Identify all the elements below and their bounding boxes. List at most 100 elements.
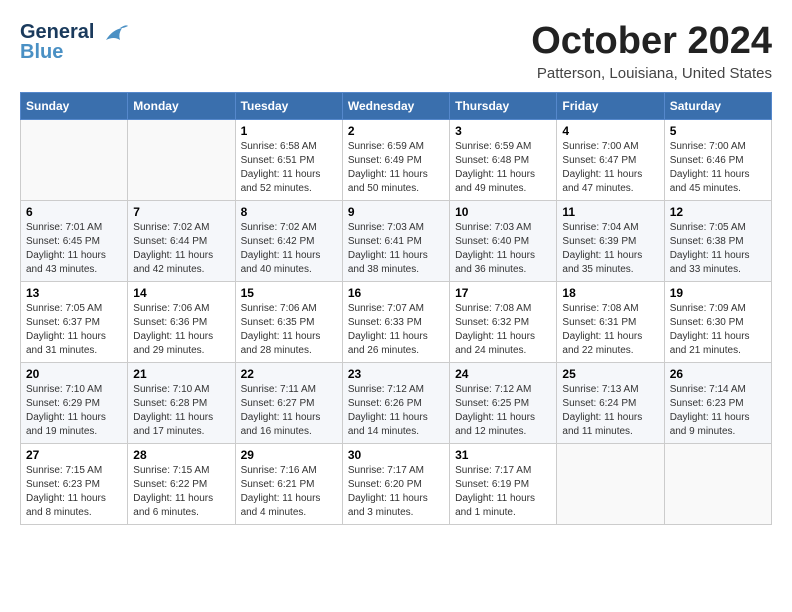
calendar-cell [128, 120, 235, 201]
calendar-cell: 29Sunrise: 7:16 AM Sunset: 6:21 PM Dayli… [235, 444, 342, 525]
calendar-cell: 27 Sunrise: 7:15 AM Sunset: 6:23 PM Dayli… [21, 444, 128, 525]
weekday-header-friday: Friday [557, 93, 664, 120]
day-info: Sunrise: 7:16 AM Sunset: 6:21 PM Dayligh… [241, 464, 337, 520]
title-section: October 2024 Patterson, Louisiana, Unite… [531, 20, 772, 82]
day-number: 2 [348, 124, 444, 138]
day-info: Sunrise: 6:58 AM Sunset: 6:51 PM Dayligh… [241, 140, 337, 196]
calendar-cell: 31 Sunrise: 7:17 AM Sunset: 6:19 PM Dayli… [450, 444, 557, 525]
calendar-cell: 6 Sunrise: 7:01 AM Sunset: 6:45 PM Daylig… [21, 201, 128, 282]
calendar-cell: 10Sunrise: 7:03 AM Sunset: 6:40 PM Dayli… [450, 201, 557, 282]
day-info: Sunrise: 7:02 AM Sunset: 6:44 PM Dayligh… [133, 221, 229, 277]
weekday-header-thursday: Thursday [450, 93, 557, 120]
day-number: 4 [562, 124, 658, 138]
calendar-cell: 1Sunrise: 6:58 AM Sunset: 6:51 PM Daylig… [235, 120, 342, 201]
day-info: Sunrise: 6:59 AM Sunset: 6:48 PM Dayligh… [455, 140, 551, 196]
calendar-cell: 12Sunrise: 7:05 AM Sunset: 6:38 PM Dayli… [664, 201, 771, 282]
day-number: 22 [241, 367, 337, 381]
weekday-header-saturday: Saturday [664, 93, 771, 120]
day-number: 17 [455, 286, 551, 300]
day-info: Sunrise: 7:01 AM Sunset: 6:45 PM Dayligh… [26, 221, 122, 277]
week-row-3: 20Sunrise: 7:10 AM Sunset: 6:29 PM Dayli… [21, 363, 772, 444]
week-row-1: 6 Sunrise: 7:01 AM Sunset: 6:45 PM Daylig… [21, 201, 772, 282]
calendar-cell: 18 Sunrise: 7:08 AM Sunset: 6:31 PM Dayli… [557, 282, 664, 363]
calendar-cell: 22 Sunrise: 7:11 AM Sunset: 6:27 PM Dayli… [235, 363, 342, 444]
day-info: Sunrise: 7:07 AM Sunset: 6:33 PM Dayligh… [348, 302, 444, 358]
calendar-cell: 13 Sunrise: 7:05 AM Sunset: 6:37 PM Dayli… [21, 282, 128, 363]
day-info: Sunrise: 7:15 AM Sunset: 6:22 PM Dayligh… [133, 464, 229, 520]
weekday-header-monday: Monday [128, 93, 235, 120]
day-info: Sunrise: 7:05 AM Sunset: 6:37 PM Dayligh… [26, 302, 122, 358]
calendar-cell: 17Sunrise: 7:08 AM Sunset: 6:32 PM Dayli… [450, 282, 557, 363]
day-number: 18 [562, 286, 658, 300]
calendar-cell: 16 Sunrise: 7:07 AM Sunset: 6:33 PM Dayli… [342, 282, 449, 363]
day-number: 31 [455, 448, 551, 462]
day-number: 28 [133, 448, 229, 462]
day-number: 12 [670, 205, 766, 219]
day-info: Sunrise: 7:15 AM Sunset: 6:23 PM Dayligh… [26, 464, 122, 520]
header: General Blue October 2024 Patterson, Lou… [20, 20, 772, 82]
day-number: 27 [26, 448, 122, 462]
day-info: Sunrise: 7:06 AM Sunset: 6:36 PM Dayligh… [133, 302, 229, 358]
day-info: Sunrise: 7:11 AM Sunset: 6:27 PM Dayligh… [241, 383, 337, 439]
calendar-cell: 15Sunrise: 7:06 AM Sunset: 6:35 PM Dayli… [235, 282, 342, 363]
week-row-0: 1Sunrise: 6:58 AM Sunset: 6:51 PM Daylig… [21, 120, 772, 201]
calendar-table: SundayMondayTuesdayWednesdayThursdayFrid… [20, 92, 772, 525]
day-info: Sunrise: 7:14 AM Sunset: 6:23 PM Dayligh… [670, 383, 766, 439]
calendar-cell: 2 Sunrise: 6:59 AM Sunset: 6:49 PM Daylig… [342, 120, 449, 201]
day-number: 16 [348, 286, 444, 300]
day-info: Sunrise: 6:59 AM Sunset: 6:49 PM Dayligh… [348, 140, 444, 196]
logo: General Blue [20, 20, 130, 63]
day-info: Sunrise: 7:00 AM Sunset: 6:47 PM Dayligh… [562, 140, 658, 196]
calendar-cell: 28 Sunrise: 7:15 AM Sunset: 6:22 PM Dayli… [128, 444, 235, 525]
day-info: Sunrise: 7:10 AM Sunset: 6:29 PM Dayligh… [26, 383, 122, 439]
calendar-cell: 20Sunrise: 7:10 AM Sunset: 6:29 PM Dayli… [21, 363, 128, 444]
day-info: Sunrise: 7:17 AM Sunset: 6:19 PM Dayligh… [455, 464, 551, 520]
calendar-cell: 26Sunrise: 7:14 AM Sunset: 6:23 PM Dayli… [664, 363, 771, 444]
day-info: Sunrise: 7:17 AM Sunset: 6:20 PM Dayligh… [348, 464, 444, 520]
day-info: Sunrise: 7:00 AM Sunset: 6:46 PM Dayligh… [670, 140, 766, 196]
day-number: 7 [133, 205, 229, 219]
day-info: Sunrise: 7:09 AM Sunset: 6:30 PM Dayligh… [670, 302, 766, 358]
calendar-cell: 21 Sunrise: 7:10 AM Sunset: 6:28 PM Dayli… [128, 363, 235, 444]
day-info: Sunrise: 7:04 AM Sunset: 6:39 PM Dayligh… [562, 221, 658, 277]
day-info: Sunrise: 7:06 AM Sunset: 6:35 PM Dayligh… [241, 302, 337, 358]
day-number: 11 [562, 205, 658, 219]
calendar-cell: 3Sunrise: 6:59 AM Sunset: 6:48 PM Daylig… [450, 120, 557, 201]
calendar-cell: 23 Sunrise: 7:12 AM Sunset: 6:26 PM Dayli… [342, 363, 449, 444]
weekday-header-sunday: Sunday [21, 93, 128, 120]
day-number: 24 [455, 367, 551, 381]
day-number: 6 [26, 205, 122, 219]
day-info: Sunrise: 7:13 AM Sunset: 6:24 PM Dayligh… [562, 383, 658, 439]
logo-blue: Blue [20, 42, 94, 62]
logo-bird-icon [98, 20, 130, 59]
day-info: Sunrise: 7:12 AM Sunset: 6:26 PM Dayligh… [348, 383, 444, 439]
calendar-cell: 7 Sunrise: 7:02 AM Sunset: 6:44 PM Daylig… [128, 201, 235, 282]
day-info: Sunrise: 7:02 AM Sunset: 6:42 PM Dayligh… [241, 221, 337, 277]
calendar-cell: 4 Sunrise: 7:00 AM Sunset: 6:47 PM Daylig… [557, 120, 664, 201]
day-info: Sunrise: 7:03 AM Sunset: 6:41 PM Dayligh… [348, 221, 444, 277]
location: Patterson, Louisiana, United States [531, 65, 772, 82]
day-info: Sunrise: 7:08 AM Sunset: 6:31 PM Dayligh… [562, 302, 658, 358]
day-number: 25 [562, 367, 658, 381]
day-info: Sunrise: 7:03 AM Sunset: 6:40 PM Dayligh… [455, 221, 551, 277]
day-number: 13 [26, 286, 122, 300]
weekday-header-tuesday: Tuesday [235, 93, 342, 120]
calendar-cell [21, 120, 128, 201]
calendar-cell: 8 Sunrise: 7:02 AM Sunset: 6:42 PM Daylig… [235, 201, 342, 282]
day-number: 8 [241, 205, 337, 219]
logo-general: General [20, 22, 94, 42]
calendar-body: 1Sunrise: 6:58 AM Sunset: 6:51 PM Daylig… [21, 120, 772, 525]
calendar-cell: 9 Sunrise: 7:03 AM Sunset: 6:41 PM Daylig… [342, 201, 449, 282]
day-number: 9 [348, 205, 444, 219]
day-info: Sunrise: 7:12 AM Sunset: 6:25 PM Dayligh… [455, 383, 551, 439]
week-row-4: 27 Sunrise: 7:15 AM Sunset: 6:23 PM Dayli… [21, 444, 772, 525]
day-number: 14 [133, 286, 229, 300]
day-info: Sunrise: 7:10 AM Sunset: 6:28 PM Dayligh… [133, 383, 229, 439]
day-number: 30 [348, 448, 444, 462]
month-title: October 2024 [531, 20, 772, 63]
calendar-cell: 5Sunrise: 7:00 AM Sunset: 6:46 PM Daylig… [664, 120, 771, 201]
calendar-cell: 24 Sunrise: 7:12 AM Sunset: 6:25 PM Dayli… [450, 363, 557, 444]
calendar-cell: 11 Sunrise: 7:04 AM Sunset: 6:39 PM Dayli… [557, 201, 664, 282]
day-number: 23 [348, 367, 444, 381]
day-number: 21 [133, 367, 229, 381]
